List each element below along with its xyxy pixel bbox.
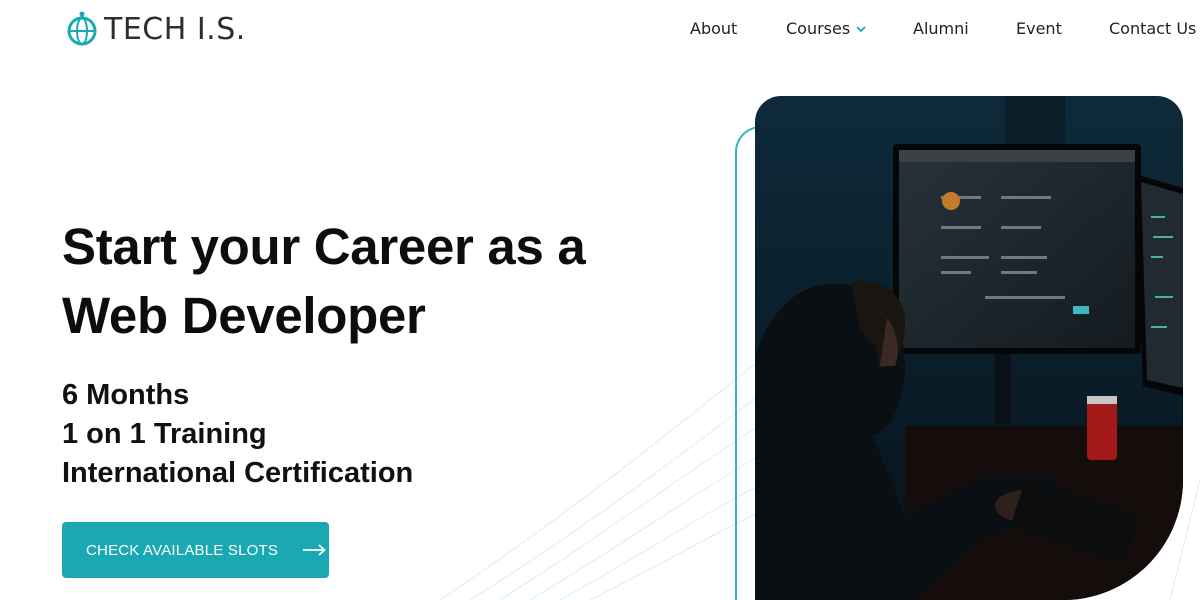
nav-item-event[interactable]: Event xyxy=(1016,19,1062,38)
main-nav: About Courses Alumni Event Contact Us xyxy=(0,19,1200,41)
landing-page: TECH I.S. About Courses Alumni Event Con… xyxy=(0,0,1200,600)
hero-title: Start your Career as a Web Developer xyxy=(62,212,682,350)
feature-training: 1 on 1 Training xyxy=(62,418,267,450)
cta-label: CHECK AVAILABLE SLOTS xyxy=(86,541,279,559)
developer-at-monitors-photo xyxy=(755,96,1183,600)
check-available-slots-button[interactable]: CHECK AVAILABLE SLOTS xyxy=(62,522,329,578)
hero-title-line-1: Start your Career as a xyxy=(62,218,586,275)
nav-item-courses[interactable]: Courses xyxy=(786,19,866,38)
chevron-down-icon xyxy=(856,26,866,33)
hero-title-line-2: Web Developer xyxy=(62,287,426,344)
nav-item-contact-us[interactable]: Contact Us xyxy=(1109,19,1196,38)
hero-photo xyxy=(755,96,1183,600)
arrow-right-icon xyxy=(303,544,326,556)
feature-certification: International Certification xyxy=(62,457,414,489)
nav-item-alumni[interactable]: Alumni xyxy=(913,19,969,38)
nav-item-courses-label: Courses xyxy=(786,19,851,38)
feature-list: 6 Months 1 on 1 Training International C… xyxy=(62,376,413,493)
feature-duration: 6 Months xyxy=(62,379,190,411)
nav-item-about[interactable]: About xyxy=(690,19,737,38)
